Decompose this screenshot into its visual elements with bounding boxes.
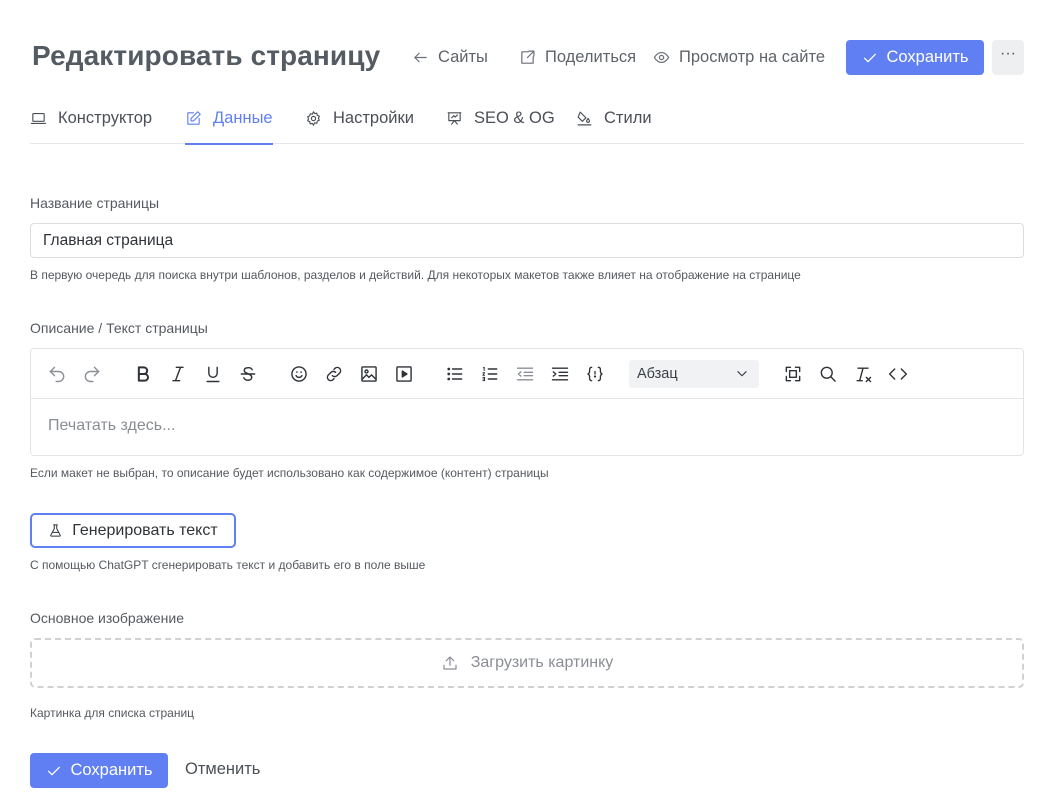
block-format-value: Абзац [637,366,678,382]
tab-constructor[interactable]: Конструктор [30,106,152,144]
underline-icon [206,366,220,383]
link-button[interactable] [322,362,346,386]
numbered-list-icon [482,366,498,382]
description-hint: Если макет не выбран, то описание будет … [30,466,549,480]
indent-button[interactable] [548,362,572,386]
cancel-button[interactable]: Отменить [185,760,260,779]
source-code-button[interactable] [886,362,910,386]
external-link-icon [521,50,535,64]
emoji-button[interactable] [287,362,311,386]
emoji-icon [291,366,307,382]
curly-braces-icon [587,366,603,382]
bold-icon [137,366,149,382]
strikethrough-button[interactable] [236,362,260,386]
fullscreen-button[interactable] [781,362,805,386]
page-title: Редактировать страницу [32,40,381,71]
save-button-top[interactable]: Сохранить [846,40,984,75]
image-upload-dropzone[interactable]: Загрузить картинку [30,638,1024,688]
tab-settings-label: Настройки [333,109,414,127]
search-replace-button[interactable] [816,362,840,386]
bullet-list-button[interactable] [443,362,467,386]
description-editor-area[interactable]: Печатать здесь... [48,417,175,435]
underline-button[interactable] [201,362,225,386]
tab-settings[interactable]: Настройки [305,106,414,144]
tab-styles-label: Стили [604,109,652,127]
presentation-chart-icon [447,112,462,125]
upload-icon [443,656,457,670]
save-button-bottom-label: Сохранить [70,761,153,779]
edit-icon [187,111,201,125]
share-link[interactable]: Поделиться [519,46,636,68]
save-button-top-label: Сохранить [886,48,969,66]
description-label: Описание / Текст страницы [30,320,208,336]
editor-toolbar: Абзац [31,349,1023,399]
gear-icon [307,111,320,126]
upload-label: Загрузить картинку [470,654,614,671]
redo-icon [84,366,100,383]
arrow-left-icon [414,52,427,62]
link-icon [326,366,342,382]
image-icon [361,366,377,382]
tab-seo[interactable]: SEO & OG [446,106,555,144]
tab-constructor-label: Конструктор [58,109,153,127]
clear-format-icon [856,367,872,383]
tab-data[interactable]: Данные [185,106,273,145]
sites-link[interactable]: Сайты [412,46,488,68]
generate-text-label: Генерировать текст [72,521,218,539]
undo-icon [49,366,65,383]
bold-button[interactable] [131,362,155,386]
template-variable-button[interactable] [583,362,607,386]
media-button[interactable] [392,362,416,386]
bullet-list-icon [447,367,463,381]
block-format-select[interactable]: Абзац [629,360,759,388]
more-options-label: ··· [1000,45,1016,62]
tab-seo-label: SEO & OG [474,109,555,127]
italic-button[interactable] [166,362,190,386]
indent-icon [551,367,569,381]
page-name-label: Название страницы [30,195,160,211]
tab-bar: Конструктор Данные Настройки SEO & OG Ст… [30,106,1024,145]
generate-text-hint: С помощью ChatGPT сгенерировать текст и … [30,558,426,572]
main-image-label: Основное изображение [30,610,184,626]
view-on-site-link[interactable]: Просмотр на сайте [653,46,825,68]
sites-link-label: Сайты [438,47,488,66]
redo-button[interactable] [80,362,104,386]
search-icon [820,366,836,382]
main-image-hint: Картинка для списка страниц [30,706,195,720]
more-options-button[interactable]: ··· [992,40,1024,75]
italic-icon [172,366,184,382]
check-icon [863,53,876,62]
chevron-down-icon [737,371,747,377]
outdent-button[interactable] [513,362,537,386]
fullscreen-icon [785,366,801,382]
save-button-bottom[interactable]: Сохранить [30,753,168,788]
video-icon [396,366,412,382]
flask-icon [50,524,62,537]
generate-text-button[interactable]: Генерировать текст [30,513,236,548]
clear-formatting-button[interactable] [851,362,875,386]
undo-button[interactable] [45,362,69,386]
paint-bucket-icon [577,111,592,126]
numbered-list-button[interactable] [478,362,502,386]
page-name-hint: В первую очередь для поиска внутри шабло… [30,268,801,282]
tab-data-label: Данные [213,109,273,127]
strikethrough-icon [240,366,256,381]
outdent-icon [516,367,534,381]
page-name-input[interactable] [30,223,1024,258]
check-icon [47,766,60,775]
rich-text-editor: Абзац Печатать здесь... [30,348,1024,456]
share-link-label: Поделиться [545,47,637,66]
eye-icon [653,51,670,63]
image-button[interactable] [357,362,381,386]
view-on-site-label: Просмотр на сайте [679,47,826,66]
code-icon [888,368,908,380]
tab-styles[interactable]: Стили [576,106,652,144]
laptop-icon [30,112,47,125]
